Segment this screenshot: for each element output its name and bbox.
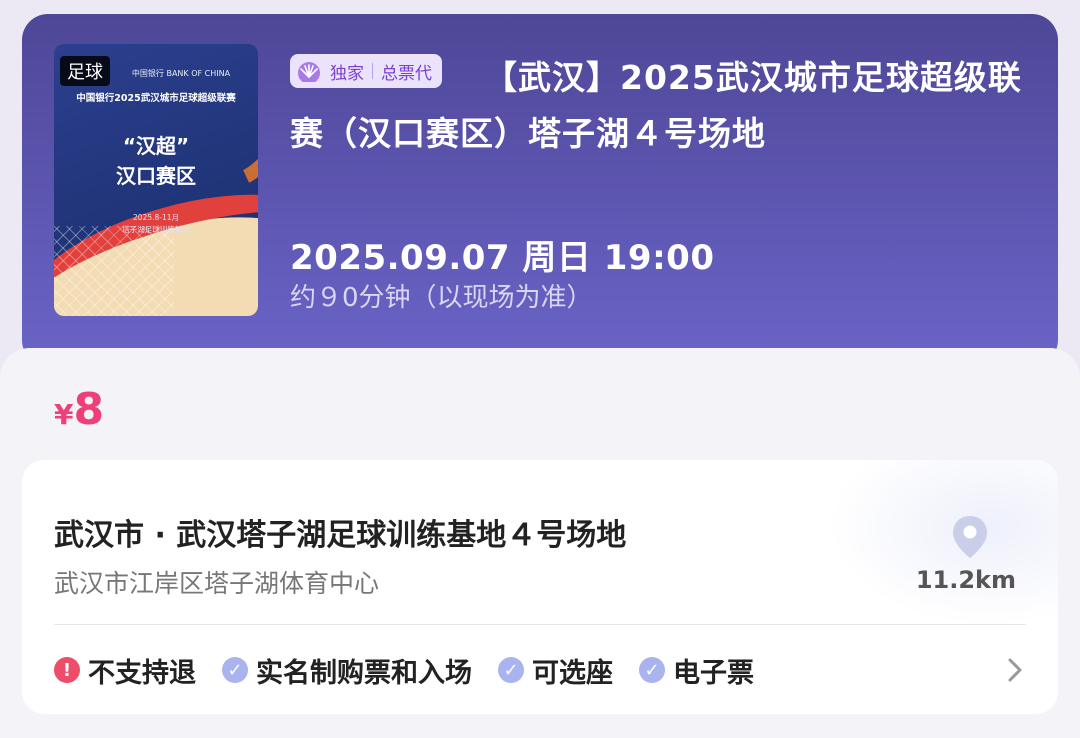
- policy-label: 不支持退: [88, 657, 196, 689]
- event-poster[interactable]: 中国银行 BANK OF CHINA 中国银行2025武汉城市足球超级联赛 “汉…: [54, 44, 258, 316]
- policy-no-refund: ! 不支持退: [54, 651, 196, 690]
- warning-icon: !: [54, 657, 80, 683]
- currency-symbol: ¥: [54, 398, 74, 431]
- event-datetime: 2025.09.07 周日 19:00: [290, 238, 715, 278]
- venue-card[interactable]: 武汉市 · 武汉塔子湖足球训练基地４号场地 武汉市江岸区塔子湖体育中心 11.2…: [22, 460, 1058, 714]
- policy-tags[interactable]: ! 不支持退 ✓ 实名制购票和入场 ✓ 可选座 ✓ 电子票: [54, 650, 780, 690]
- category-tag: 足球: [60, 56, 110, 86]
- chevron-right-icon[interactable]: [1000, 652, 1030, 688]
- poster-venue: 塔子湖足球训练基地: [122, 225, 190, 234]
- price-display: ¥8: [54, 384, 104, 435]
- poster-sponsor-logo: 中国银行 BANK OF CHINA: [131, 69, 231, 78]
- policy-label: 可选座: [532, 657, 613, 689]
- policy-label: 电子票: [673, 657, 754, 689]
- poster-date-range: 2025.8-11月: [133, 213, 179, 222]
- check-icon: ✓: [639, 657, 665, 683]
- price-amount: 8: [73, 384, 105, 435]
- check-icon: ✓: [222, 657, 248, 683]
- badge-exclusive-label: 独家: [330, 63, 364, 84]
- policy-label: 实名制购票和入场: [256, 657, 472, 689]
- event-duration: 约９0分钟（以现场为准）: [290, 283, 593, 313]
- divider: [54, 624, 1026, 625]
- venue-distance: 11.2km: [915, 566, 1016, 594]
- badge-agent-label: 总票代: [381, 63, 432, 84]
- venue-name: 武汉市 · 武汉塔子湖足球训练基地４号场地: [54, 518, 627, 553]
- poster-headline: “汉超”: [122, 134, 190, 158]
- venue-address: 武汉市江岸区塔子湖体育中心: [54, 569, 380, 598]
- event-header: 中国银行 BANK OF CHINA 中国银行2025武汉城市足球超级联赛 “汉…: [22, 14, 1058, 366]
- poster-subheadline: 汉口赛区: [116, 164, 196, 188]
- check-icon: ✓: [498, 657, 524, 683]
- exclusive-badge: 独家 总票代: [290, 54, 442, 88]
- badge-divider: [372, 63, 373, 79]
- fan-logo-icon: [298, 62, 320, 82]
- poster-net-pattern: [54, 226, 174, 316]
- policy-real-name: ✓ 实名制购票和入场: [222, 651, 472, 690]
- policy-seat-selection: ✓ 可选座: [498, 651, 613, 690]
- location-pin-icon[interactable]: [950, 514, 990, 560]
- poster-league-name: 中国银行2025武汉城市足球超级联赛: [76, 93, 236, 104]
- map-background: [828, 460, 1058, 626]
- policy-e-ticket: ✓ 电子票: [639, 651, 754, 690]
